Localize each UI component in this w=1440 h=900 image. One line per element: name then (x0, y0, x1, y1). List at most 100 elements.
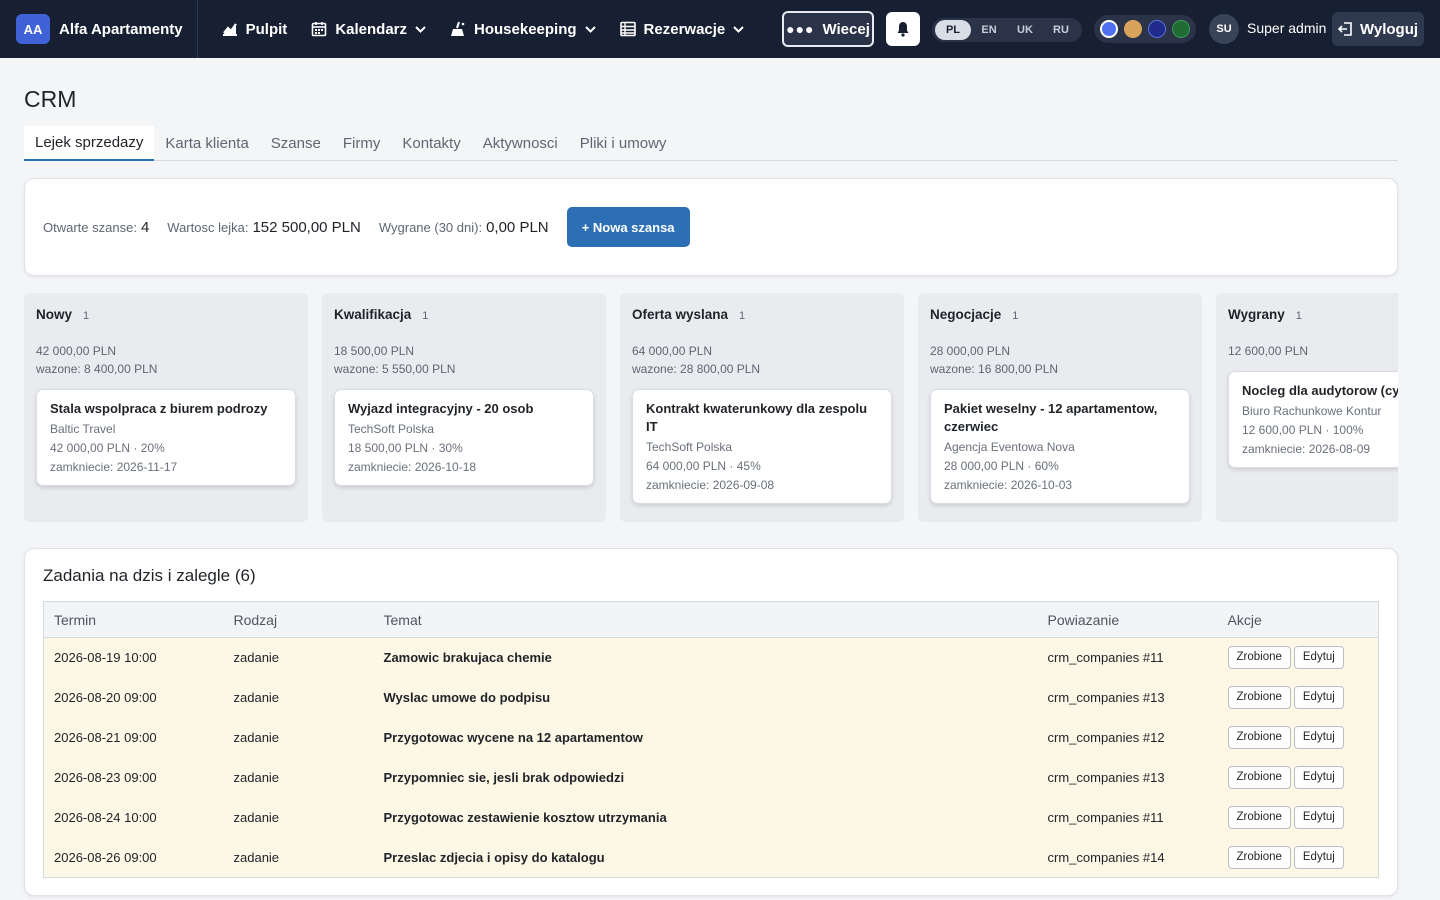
stage-sum: 12 600,00 PLN (1228, 344, 1309, 358)
lang-uk[interactable]: UK (1007, 20, 1043, 40)
deal-value: 18 500,00 PLN · 30% (348, 441, 463, 455)
deal-value: 42 000,00 PLN · 20% (50, 441, 165, 455)
table-row: 2026-08-24 10:00 zadanie Przygotowac zes… (43, 797, 1379, 838)
deal-title: Kontrakt kwaterunkowy dla zespolu IT (646, 401, 868, 434)
task-link[interactable]: crm_companies #14 (1037, 837, 1218, 878)
avatar[interactable]: SU (1209, 14, 1239, 44)
task-link[interactable]: crm_companies #11 (1037, 637, 1218, 678)
nav-item-housekeeping[interactable]: Housekeeping (438, 0, 608, 58)
done-button[interactable]: Zrobione (1227, 806, 1291, 829)
lang-pl[interactable]: PL (935, 20, 971, 40)
user-name[interactable]: Super admin (1247, 20, 1326, 36)
done-button[interactable]: Zrobione (1227, 646, 1291, 670)
deal-card[interactable]: Kontrakt kwaterunkowy dla zespolu IT Tec… (632, 389, 892, 504)
task-actions: Zrobione Edytuj (1217, 757, 1379, 798)
logout-button[interactable]: Wyloguj (1332, 12, 1424, 46)
column-header-termin[interactable]: Termin (43, 601, 224, 638)
task-type: zadanie (223, 757, 374, 798)
task-due: 2026-08-20 09:00 (43, 677, 224, 718)
nav-item-pulpit[interactable]: Pulpit (210, 0, 300, 58)
logout-label: Wyloguj (1359, 20, 1419, 38)
tab-firmy[interactable]: Firmy (332, 126, 392, 161)
theme-swatch-gold[interactable] (1124, 20, 1142, 38)
stage-weighted: wazone: 8 400,00 PLN (36, 362, 158, 376)
table-row: 2026-08-23 09:00 zadanie Przypomniec sie… (43, 757, 1379, 798)
deal-close-date: zamkniecie: 2026-10-18 (348, 460, 477, 474)
task-subject[interactable]: Przygotowac wycene na 12 apartamentow (373, 717, 1038, 758)
tab-pliki-i-umowy[interactable]: Pliki i umowy (569, 126, 678, 161)
brand-name: Alfa Apartamenty (59, 20, 183, 38)
edit-button[interactable]: Edytuj (1293, 686, 1344, 709)
deal-card[interactable]: Stala wspolpraca z biurem podrozy Baltic… (36, 389, 296, 486)
task-link[interactable]: crm_companies #12 (1037, 717, 1218, 758)
nav-item-rezerwacje[interactable]: Rezerwacje (608, 0, 757, 58)
stage-count: 1 (422, 310, 429, 322)
stage-sum: 42 000,00 PLN (36, 344, 117, 358)
column-header-powiazanie[interactable]: Powiazanie (1037, 601, 1218, 638)
stat-value: 152 500,00 PLN (252, 218, 361, 236)
task-link[interactable]: crm_companies #13 (1037, 677, 1218, 718)
stage-name: Oferta wyslana (632, 307, 729, 322)
table-row: 2026-08-26 09:00 zadanie Przeslac zdjeci… (43, 837, 1379, 878)
stage-sum: 64 000,00 PLN (632, 344, 713, 358)
stage-weighted: wazone: 16 800,00 PLN (930, 362, 1059, 376)
stat-label: Wygrane (30 dni): (378, 219, 483, 235)
theme-swatch-green[interactable] (1172, 20, 1190, 38)
stage-column-wygrany: Wygrany 1 12 600,00 PLN Nocleg dla audyto… (1216, 293, 1398, 522)
stage-column-kwalifikacja: Kwalifikacja 1 18 500,00 PLN wazone: 5 55… (322, 293, 606, 522)
deal-company: Agencja Eventowa Nova (944, 440, 1075, 454)
edit-button[interactable]: Edytuj (1293, 726, 1344, 749)
done-button[interactable]: Zrobione (1227, 845, 1291, 869)
stat-won-30d: Wygrane (30 dni): 0,00 PLN (379, 219, 549, 236)
notifications-button[interactable] (886, 12, 920, 46)
stage-header: Kwalifikacja 1 (334, 307, 594, 327)
task-subject[interactable]: Przeslac zdjecia i opisy do katalogu (373, 837, 1038, 878)
edit-button[interactable]: Edytuj (1293, 806, 1344, 829)
language-switcher: PL EN UK RU (932, 18, 1082, 42)
lang-ru[interactable]: RU (1043, 20, 1079, 40)
done-button[interactable]: Zrobione (1227, 766, 1291, 789)
brand[interactable]: AA Alfa Apartamenty (0, 0, 198, 58)
theme-swatch-blue[interactable] (1100, 20, 1118, 38)
edit-button[interactable]: Edytuj (1293, 646, 1344, 670)
stage-count: 1 (739, 310, 746, 322)
stat-value: 0,00 PLN (486, 218, 549, 236)
stage-name: Nowy (36, 307, 73, 322)
task-subject[interactable]: Wyslac umowe do podpisu (373, 677, 1038, 718)
tab-karta-klienta[interactable]: Karta klienta (154, 126, 259, 161)
deal-card[interactable]: Nocleg dla audytorow (cyk Biuro Rachunko… (1228, 371, 1398, 468)
tab-lejek-sprzedazy[interactable]: Lejek sprzedazy (24, 126, 155, 161)
deal-value: 12 600,00 PLN · 100% (1242, 423, 1364, 437)
theme-swatch-navy[interactable] (1148, 20, 1166, 38)
tab-aktywnosci[interactable]: Aktywnosci (472, 126, 569, 161)
tab-szanse[interactable]: Szanse (260, 126, 332, 161)
edit-button[interactable]: Edytuj (1293, 845, 1344, 869)
chevron-down-icon (733, 25, 744, 33)
done-button[interactable]: Zrobione (1227, 726, 1291, 749)
new-deal-button[interactable]: + Nowa szansa (566, 207, 690, 247)
column-header-rodzaj[interactable]: Rodzaj (223, 601, 374, 638)
deal-value: 64 000,00 PLN · 45% (646, 459, 761, 473)
deal-card[interactable]: Pakiet weselny - 12 apartamentow, czerwi… (930, 389, 1190, 504)
deal-card[interactable]: Wyjazd integracyjny - 20 osob TechSoft P… (334, 389, 594, 486)
logout-icon (1337, 22, 1352, 36)
edit-button[interactable]: Edytuj (1293, 766, 1344, 789)
table-row: 2026-08-20 09:00 zadanie Wyslac umowe do… (43, 677, 1379, 718)
stat-funnel-value: Wartosc lejka: 152 500,00 PLN (167, 219, 361, 236)
done-button[interactable]: Zrobione (1227, 686, 1291, 709)
task-subject[interactable]: Przypomniec sie, jesli brak odpowiedzi (373, 757, 1038, 798)
task-link[interactable]: crm_companies #13 (1037, 757, 1218, 798)
task-actions: Zrobione Edytuj (1217, 717, 1379, 758)
lang-en[interactable]: EN (971, 20, 1007, 40)
task-subject[interactable]: Przygotowac zestawienie kosztow utrzyman… (373, 797, 1038, 838)
task-subject[interactable]: Zamowic brakujaca chemie (373, 637, 1038, 678)
brand-badge: AA (16, 14, 50, 44)
deal-value: 28 000,00 PLN · 60% (944, 459, 1059, 473)
deal-title: Wyjazd integracyjny - 20 osob (348, 401, 534, 416)
task-link[interactable]: crm_companies #11 (1037, 797, 1218, 838)
column-header-temat[interactable]: Temat (373, 601, 1038, 638)
more-button[interactable]: ●●● Wiecej (782, 11, 874, 47)
task-actions: Zrobione Edytuj (1217, 797, 1379, 838)
nav-item-kalendarz[interactable]: Kalendarz (299, 0, 438, 58)
tab-kontakty[interactable]: Kontakty (391, 126, 471, 161)
